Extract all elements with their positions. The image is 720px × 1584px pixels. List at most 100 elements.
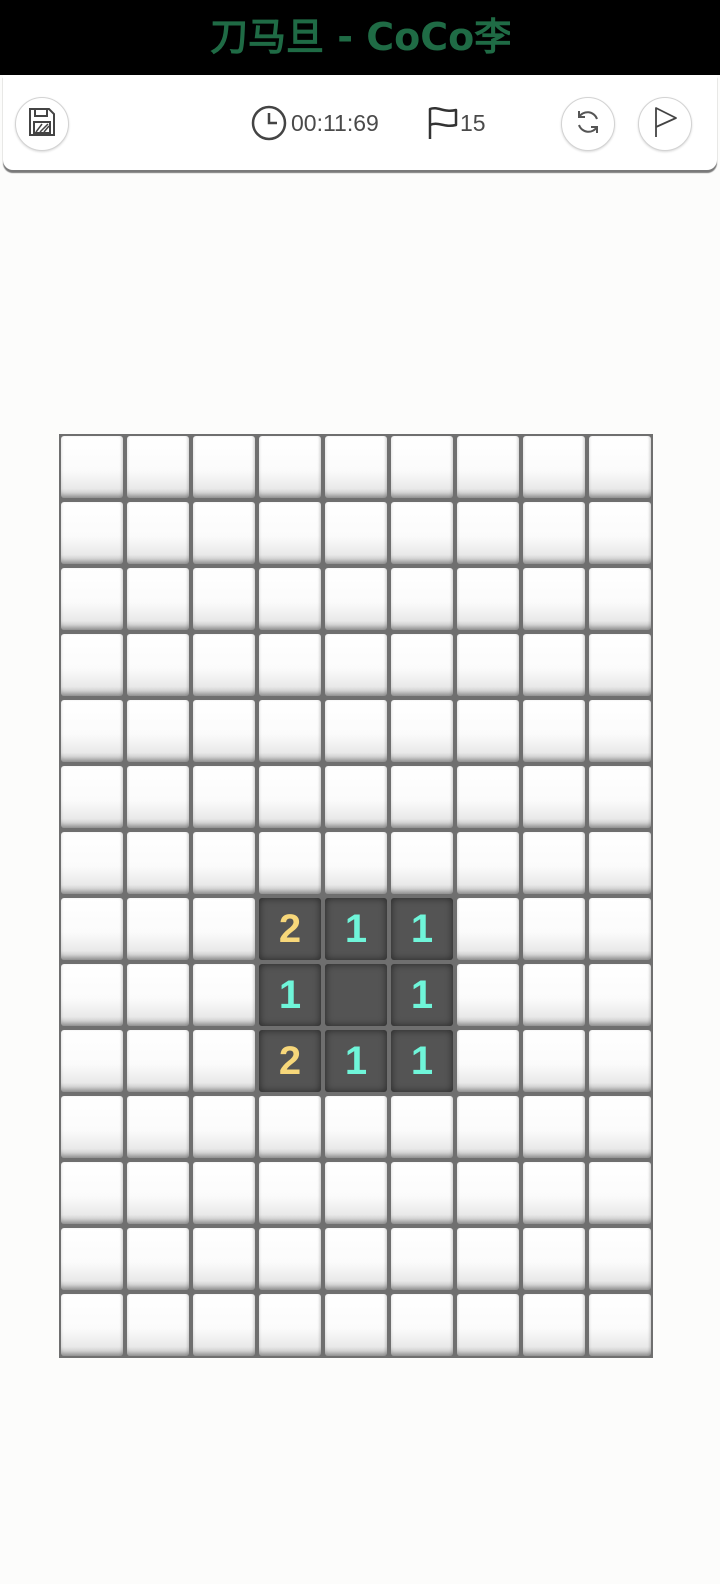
hidden-cell[interactable] [457,898,519,960]
hidden-cell[interactable] [127,700,189,762]
hidden-cell[interactable] [391,1228,453,1290]
flag-mode-button[interactable] [638,97,692,151]
hidden-cell[interactable] [589,568,651,630]
hidden-cell[interactable] [523,766,585,828]
hidden-cell[interactable] [589,832,651,894]
hidden-cell[interactable] [61,766,123,828]
hidden-cell[interactable] [523,1294,585,1356]
hidden-cell[interactable] [61,502,123,564]
hidden-cell[interactable] [259,502,321,564]
hidden-cell[interactable] [523,1096,585,1158]
hidden-cell[interactable] [391,1294,453,1356]
hidden-cell[interactable] [127,766,189,828]
hidden-cell[interactable] [589,898,651,960]
hidden-cell[interactable] [325,1294,387,1356]
hidden-cell[interactable] [193,1228,255,1290]
hidden-cell[interactable] [61,436,123,498]
hidden-cell[interactable] [589,700,651,762]
hidden-cell[interactable] [391,832,453,894]
hidden-cell[interactable] [457,568,519,630]
hidden-cell[interactable] [457,1294,519,1356]
hidden-cell[interactable] [193,568,255,630]
hidden-cell[interactable] [457,700,519,762]
hidden-cell[interactable] [127,568,189,630]
hidden-cell[interactable] [391,634,453,696]
hidden-cell[interactable] [193,964,255,1026]
hidden-cell[interactable] [127,964,189,1026]
hidden-cell[interactable] [523,898,585,960]
hidden-cell[interactable] [457,1030,519,1092]
hidden-cell[interactable] [193,634,255,696]
restart-button[interactable] [561,97,615,151]
hidden-cell[interactable] [61,964,123,1026]
hidden-cell[interactable] [193,700,255,762]
hidden-cell[interactable] [127,436,189,498]
hidden-cell[interactable] [325,568,387,630]
hidden-cell[interactable] [61,700,123,762]
hidden-cell[interactable] [325,1096,387,1158]
hidden-cell[interactable] [325,1228,387,1290]
hidden-cell[interactable] [523,1162,585,1224]
hidden-cell[interactable] [127,832,189,894]
hidden-cell[interactable] [61,1096,123,1158]
hidden-cell[interactable] [61,1228,123,1290]
hidden-cell[interactable] [259,832,321,894]
hidden-cell[interactable] [391,700,453,762]
hidden-cell[interactable] [391,766,453,828]
hidden-cell[interactable] [259,766,321,828]
hidden-cell[interactable] [457,766,519,828]
hidden-cell[interactable] [391,568,453,630]
hidden-cell[interactable] [193,1030,255,1092]
hidden-cell[interactable] [259,568,321,630]
hidden-cell[interactable] [523,568,585,630]
hidden-cell[interactable] [61,898,123,960]
hidden-cell[interactable] [61,568,123,630]
hidden-cell[interactable] [457,964,519,1026]
hidden-cell[interactable] [259,1096,321,1158]
hidden-cell[interactable] [259,634,321,696]
hidden-cell[interactable] [193,898,255,960]
hidden-cell[interactable] [127,1030,189,1092]
hidden-cell[interactable] [589,766,651,828]
hidden-cell[interactable] [523,964,585,1026]
hidden-cell[interactable] [259,1294,321,1356]
hidden-cell[interactable] [457,436,519,498]
hidden-cell[interactable] [523,436,585,498]
hidden-cell[interactable] [127,1228,189,1290]
hidden-cell[interactable] [457,502,519,564]
hidden-cell[interactable] [127,898,189,960]
hidden-cell[interactable] [391,436,453,498]
hidden-cell[interactable] [589,1030,651,1092]
hidden-cell[interactable] [589,964,651,1026]
hidden-cell[interactable] [589,1294,651,1356]
hidden-cell[interactable] [193,1294,255,1356]
hidden-cell[interactable] [391,502,453,564]
hidden-cell[interactable] [325,1162,387,1224]
hidden-cell[interactable] [523,502,585,564]
hidden-cell[interactable] [61,1294,123,1356]
hidden-cell[interactable] [589,634,651,696]
hidden-cell[interactable] [259,1228,321,1290]
save-button[interactable] [15,97,69,151]
hidden-cell[interactable] [523,1030,585,1092]
hidden-cell[interactable] [523,700,585,762]
hidden-cell[interactable] [391,1162,453,1224]
hidden-cell[interactable] [523,634,585,696]
hidden-cell[interactable] [193,502,255,564]
hidden-cell[interactable] [325,436,387,498]
hidden-cell[interactable] [589,502,651,564]
hidden-cell[interactable] [325,766,387,828]
hidden-cell[interactable] [259,1162,321,1224]
hidden-cell[interactable] [193,832,255,894]
hidden-cell[interactable] [193,1096,255,1158]
hidden-cell[interactable] [523,832,585,894]
hidden-cell[interactable] [325,700,387,762]
hidden-cell[interactable] [589,1228,651,1290]
hidden-cell[interactable] [61,832,123,894]
hidden-cell[interactable] [523,1228,585,1290]
hidden-cell[interactable] [457,1162,519,1224]
hidden-cell[interactable] [325,502,387,564]
hidden-cell[interactable] [61,634,123,696]
hidden-cell[interactable] [325,634,387,696]
hidden-cell[interactable] [127,1294,189,1356]
